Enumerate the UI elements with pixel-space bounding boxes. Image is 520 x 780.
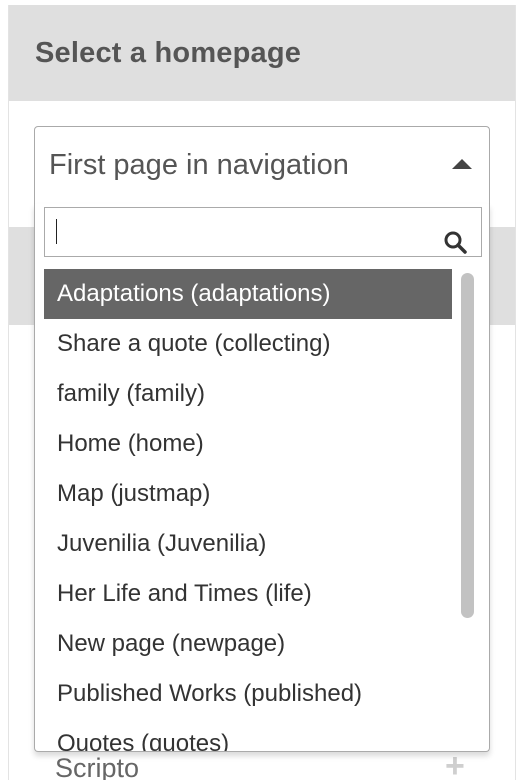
dropdown-option[interactable]: Adaptations (adaptations): [44, 269, 452, 319]
triangle-up-icon[interactable]: [452, 159, 472, 169]
dropdown-search-box[interactable]: [44, 207, 482, 257]
dropdown-option[interactable]: family (family): [44, 369, 452, 419]
panel-header: Select a homepage: [9, 5, 515, 101]
dropdown-scrollbar-thumb[interactable]: [461, 273, 474, 618]
dropdown-option[interactable]: Published Works (published): [44, 669, 452, 719]
dropdown-search-input[interactable]: [53, 214, 417, 250]
search-icon: [444, 231, 467, 254]
homepage-select-value: First page in navigation: [49, 149, 349, 181]
dropdown-option[interactable]: Map (justmap): [44, 469, 452, 519]
dropdown-option[interactable]: Her Life and Times (life): [44, 569, 452, 619]
text-caret: [56, 219, 57, 244]
panel-title: Select a homepage: [35, 37, 302, 69]
add-scripto-button[interactable]: +: [445, 749, 465, 780]
dropdown-options-list: Adaptations (adaptations) Share a quote …: [44, 269, 452, 751]
dropdown-option[interactable]: Juvenilia (Juvenilia): [44, 519, 452, 569]
scripto-row-label: Scripto: [55, 753, 140, 780]
dropdown-option[interactable]: Share a quote (collecting): [44, 319, 452, 369]
homepage-dropdown: Adaptations (adaptations) Share a quote …: [34, 204, 490, 752]
dropdown-scrollbar[interactable]: [455, 269, 479, 751]
dropdown-option[interactable]: New page (newpage): [44, 619, 452, 669]
homepage-select[interactable]: First page in navigation: [34, 126, 490, 205]
dropdown-option[interactable]: Home (home): [44, 419, 452, 469]
dropdown-option[interactable]: Quotes (quotes): [44, 719, 452, 751]
